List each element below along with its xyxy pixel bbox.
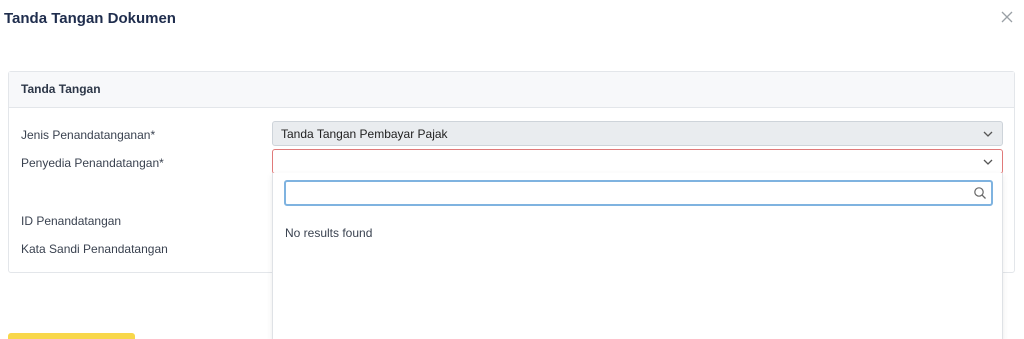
primary-action-button[interactable] xyxy=(8,333,135,339)
card-header: Tanda Tangan xyxy=(9,72,1014,108)
provider-dropdown-panel: No results found xyxy=(272,173,1003,339)
signer-password-label: Kata Sandi Penandatangan xyxy=(21,242,168,256)
chevron-down-icon xyxy=(983,131,993,137)
signer-id-label: ID Penandatangan xyxy=(21,214,122,228)
signing-type-select[interactable]: Tanda Tangan Pembayar Pajak xyxy=(272,121,1003,146)
signing-provider-label: Penyedia Penandatangan* xyxy=(21,156,164,170)
close-icon xyxy=(1001,11,1013,23)
chevron-down-icon xyxy=(983,159,993,165)
close-button[interactable] xyxy=(998,8,1016,26)
signing-type-value: Tanda Tangan Pembayar Pajak xyxy=(281,126,448,141)
no-results-message: No results found xyxy=(285,226,373,240)
modal-title: Tanda Tangan Dokumen xyxy=(4,10,176,27)
search-icon xyxy=(974,187,986,199)
signing-type-label: Jenis Penandatanganan* xyxy=(21,128,156,142)
signing-provider-select[interactable] xyxy=(272,149,1003,174)
document-signature-modal: Tanda Tangan Dokumen Tanda Tangan Jenis … xyxy=(0,0,1024,339)
dropdown-search-input[interactable] xyxy=(284,180,993,206)
